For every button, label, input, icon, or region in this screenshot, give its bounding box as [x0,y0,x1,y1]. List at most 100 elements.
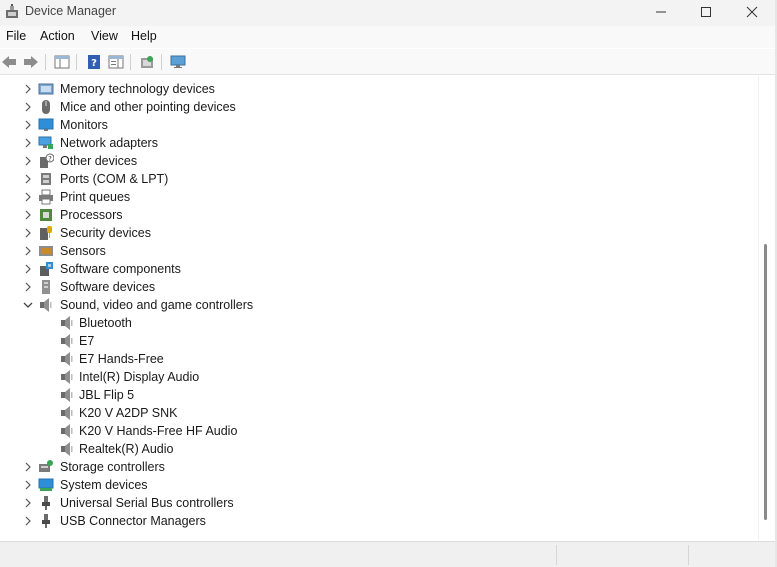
tree-category[interactable]: Software devices [0,278,750,296]
forward-arrow-icon [24,56,38,68]
chevron-right-icon[interactable] [22,281,34,293]
close-button[interactable] [729,0,775,24]
tree-item-label: Sensors [60,244,106,258]
chevron-right-icon[interactable] [22,155,34,167]
minimize-button[interactable] [638,0,684,24]
tree-device[interactable]: E7 Hands-Free [0,350,750,368]
tree-item-label: Software components [60,262,181,276]
tree-category[interactable]: USB Connector Managers [0,512,750,530]
tree-category[interactable]: Monitors [0,116,750,134]
help-button[interactable]: ? [85,53,103,71]
software-device-icon [38,279,54,295]
tree-device[interactable]: Intel(R) Display Audio [0,368,750,386]
close-icon [746,6,758,18]
tree-device[interactable]: JBL Flip 5 [0,386,750,404]
tree-category[interactable]: ? Other devices [0,152,750,170]
speaker-icon [59,351,75,367]
memory-device-icon [38,81,54,97]
tree-category[interactable]: Memory technology devices [0,80,750,98]
tree-category[interactable]: Storage controllers [0,458,750,476]
update-driver-icon [141,56,153,68]
forward-button[interactable] [22,53,40,71]
chevron-right-icon[interactable] [22,83,34,95]
tree-item-label: Intel(R) Display Audio [79,370,200,384]
tree-category[interactable]: Network adapters [0,134,750,152]
speaker-icon [59,405,75,421]
tree-category[interactable]: Sound, video and game controllers [0,296,750,314]
tree-item-label: K20 V A2DP SNK [79,406,178,420]
toolbar-separator [45,54,46,70]
tree-category[interactable]: Print queues [0,188,750,206]
tree-category[interactable]: System devices [0,476,750,494]
menu-bar: File Action View Help [0,26,777,48]
usb-icon [38,495,54,511]
speaker-icon [59,387,75,403]
device-tree[interactable]: Memory technology devices Mice and other … [0,76,758,540]
chevron-right-icon[interactable] [22,101,34,113]
tree-item-label: Realtek(R) Audio [79,442,174,456]
scan-hardware-icon [170,55,186,68]
speaker-icon [59,333,75,349]
chevron-right-icon[interactable] [22,227,34,239]
port-icon [38,171,54,187]
tree-item-label: Processors [60,208,123,222]
tree-item-label: Security devices [60,226,152,240]
sensor-icon [38,243,54,259]
window-title: Device Manager [25,4,117,18]
tree-category[interactable]: Ports (COM & LPT) [0,170,750,188]
tree-category[interactable]: Security devices [0,224,750,242]
chevron-down-icon[interactable] [22,299,34,311]
monitor-icon [38,117,54,133]
toolbar-separator [130,54,131,70]
chevron-right-icon[interactable] [22,461,34,473]
chevron-right-icon[interactable] [22,497,34,509]
printer-icon [38,189,54,205]
tree-item-label: E7 Hands-Free [79,352,164,366]
maximize-icon [701,7,711,17]
tree-category[interactable]: Software components [0,260,750,278]
console-tree-button[interactable] [107,53,125,71]
security-device-icon [38,225,54,241]
chevron-right-icon[interactable] [22,137,34,149]
chevron-right-icon[interactable] [22,263,34,275]
minimize-icon [656,11,666,13]
console-tree-icon [108,55,124,69]
tree-device[interactable]: K20 V Hands-Free HF Audio [0,422,750,440]
menu-file[interactable]: File [6,29,26,43]
tree-item-label: Monitors [60,118,108,132]
tree-category[interactable]: Universal Serial Bus controllers [0,494,750,512]
menu-view[interactable]: View [91,29,118,43]
menu-help[interactable]: Help [131,29,157,43]
tree-device[interactable]: K20 V A2DP SNK [0,404,750,422]
back-button[interactable] [0,53,18,71]
chevron-right-icon[interactable] [22,209,34,221]
tree-category[interactable]: Sensors [0,242,750,260]
tree-category[interactable]: Processors [0,206,750,224]
tree-device[interactable]: E7 [0,332,750,350]
chevron-right-icon[interactable] [22,119,34,131]
speaker-icon [38,297,54,313]
svg-text:?: ? [91,58,97,69]
maximize-button[interactable] [683,0,729,24]
tree-device[interactable]: Realtek(R) Audio [0,440,750,458]
tree-category[interactable]: Mice and other pointing devices [0,98,750,116]
software-component-icon [38,261,54,277]
scan-hardware-button[interactable] [169,53,187,71]
chevron-right-icon[interactable] [22,173,34,185]
tree-item-label: Print queues [60,190,131,204]
chevron-right-icon[interactable] [22,515,34,527]
scrollbar-thumb[interactable] [764,244,767,520]
tree-item-label: Mice and other pointing devices [60,100,236,114]
menu-action[interactable]: Action [40,29,75,43]
chevron-right-icon[interactable] [22,479,34,491]
chevron-right-icon[interactable] [22,191,34,203]
chevron-right-icon[interactable] [22,245,34,257]
properties-panel-button[interactable] [53,53,71,71]
tree-device[interactable]: Bluetooth [0,314,750,332]
help-icon: ? [88,55,100,69]
usb-icon [38,513,54,529]
status-separator [556,545,557,565]
back-arrow-icon [2,56,16,68]
title-bar[interactable]: Device Manager [0,0,777,26]
update-driver-button[interactable] [138,53,156,71]
